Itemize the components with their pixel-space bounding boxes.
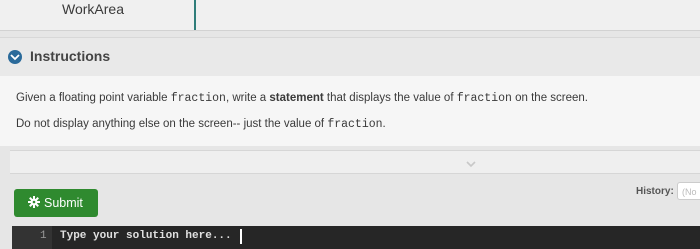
instruction-line-2: Do not display anything else on the scre… [16,118,386,131]
instruction-text: Given a floating point variable [16,92,171,104]
instructions-body: Given a floating point variable fraction… [0,76,700,146]
instruction-text: , write a [225,92,270,104]
instructions-header[interactable]: Instructions [0,37,700,77]
collapse-chevron-icon[interactable] [8,50,22,64]
instruction-text: . [382,118,386,130]
expander-strip[interactable] [10,150,700,174]
instructions-title: Instructions [30,48,111,64]
instruction-text: that displays the value of [323,92,457,104]
gear-icon [28,196,40,211]
submit-label: Submit [44,196,83,210]
editor-gutter: 1 [12,226,52,249]
chevron-down-icon[interactable] [465,156,477,174]
instruction-text: Do not display anything else on the scre… [16,118,328,130]
instruction-code: fraction [327,118,383,131]
editor-placeholder[interactable]: Type your solution here... [60,230,232,242]
history-label: History: [636,186,674,197]
instruction-line-1: Given a floating point variable fraction… [16,92,588,105]
line-number: 1 [40,230,47,242]
submit-button[interactable]: Submit [14,189,98,217]
code-editor[interactable]: 1 Type your solution here... [12,226,700,249]
instruction-code: fraction [170,92,226,105]
instruction-code: fraction [456,92,512,105]
instruction-bold: statement [269,92,324,104]
workarea-tab[interactable]: WorkArea [48,0,196,30]
workarea-tab-label: WorkArea [62,1,124,17]
instruction-text: on the screen. [511,92,588,104]
history-select[interactable]: (No [677,182,700,200]
top-tab-bar: WorkArea [0,0,700,31]
text-caret [240,229,242,244]
